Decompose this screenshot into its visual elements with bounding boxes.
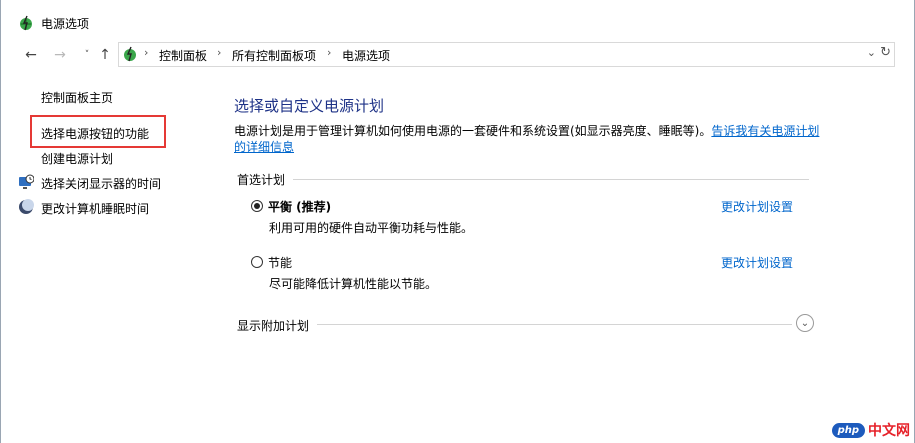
forward-button[interactable]: → <box>52 47 68 63</box>
address-dropdown-icon[interactable]: ⌄ <box>867 46 876 59</box>
watermark: php 中文网 <box>831 419 910 441</box>
moon-icon <box>19 199 34 214</box>
breadcrumb-control-panel[interactable]: 控制面板 <box>159 47 207 64</box>
up-button[interactable]: ↑ <box>97 47 113 63</box>
breadcrumb-power-options[interactable]: 电源选项 <box>342 47 390 64</box>
title-bar: 电源选项 <box>1 6 914 38</box>
chevron-down-icon: ⌄ <box>800 317 810 329</box>
watermark-text: 中文网 <box>868 423 910 439</box>
page-title: 选择或自定义电源计划 <box>234 97 385 115</box>
preferred-plans-label: 首选计划 <box>237 173 286 187</box>
navigation-row: ← → ˅ ↑ › 控制面板 › 所有控制面板项 › 电源选项 ⌄ ↻ <box>1 38 914 72</box>
control-panel-icon <box>124 46 136 62</box>
sidebar-item-power-button[interactable]: 选择电源按钮的功能 <box>41 125 149 142</box>
description-text: 电源计划是用于管理计算机如何使用电源的一套硬件和系统设置(如显示器亮度、睡眠等)… <box>234 124 712 138</box>
sidebar-item-create-plan[interactable]: 创建电源计划 <box>41 150 113 167</box>
watermark-badge: php <box>831 422 865 438</box>
monitor-clock-icon <box>19 174 34 189</box>
breadcrumb-separator[interactable]: › <box>327 46 331 59</box>
section-divider <box>293 179 809 180</box>
section-divider <box>317 324 792 325</box>
page-description: 电源计划是用于管理计算机如何使用电源的一套硬件和系统设置(如显示器亮度、睡眠等)… <box>234 123 824 155</box>
plan-balanced-settings-link[interactable]: 更改计划设置 <box>721 198 793 215</box>
address-bar[interactable]: › 控制面板 › 所有控制面板项 › 电源选项 ⌄ ↻ <box>118 42 895 67</box>
expand-additional-plans-button[interactable]: ⌄ <box>796 314 814 332</box>
plan-power-saver-radio[interactable] <box>251 256 263 268</box>
show-additional-plans-label[interactable]: 显示附加计划 <box>237 317 309 334</box>
sidebar-item-sleep-time[interactable]: 更改计算机睡眠时间 <box>41 200 149 217</box>
breadcrumb-all-items[interactable]: 所有控制面板项 <box>232 47 316 64</box>
plan-power-saver-settings-link[interactable]: 更改计划设置 <box>721 254 793 271</box>
plan-balanced-radio[interactable] <box>251 200 263 212</box>
sidebar-item-display-off[interactable]: 选择关闭显示器的时间 <box>41 175 161 192</box>
sidebar-home-link[interactable]: 控制面板主页 <box>41 89 113 106</box>
back-button[interactable]: ← <box>23 47 39 63</box>
window-title: 电源选项 <box>41 17 90 31</box>
plan-power-saver-description: 尽可能降低计算机性能以节能。 <box>269 277 438 291</box>
recent-locations-button[interactable]: ˅ <box>79 47 95 63</box>
plan-balanced-description: 利用可用的硬件自动平衡功耗与性能。 <box>269 221 474 235</box>
plan-power-saver-name[interactable]: 节能 <box>268 254 292 271</box>
plan-balanced-name[interactable]: 平衡 (推荐) <box>268 198 331 215</box>
breadcrumb-separator[interactable]: › <box>217 46 221 59</box>
power-options-window: 电源选项 ← → ˅ ↑ › 控制面板 › 所有控制面板项 › 电源选项 ⌄ ↻… <box>0 0 915 443</box>
power-options-icon <box>20 15 32 31</box>
breadcrumb-separator[interactable]: › <box>144 46 148 59</box>
refresh-icon[interactable]: ↻ <box>880 45 891 60</box>
